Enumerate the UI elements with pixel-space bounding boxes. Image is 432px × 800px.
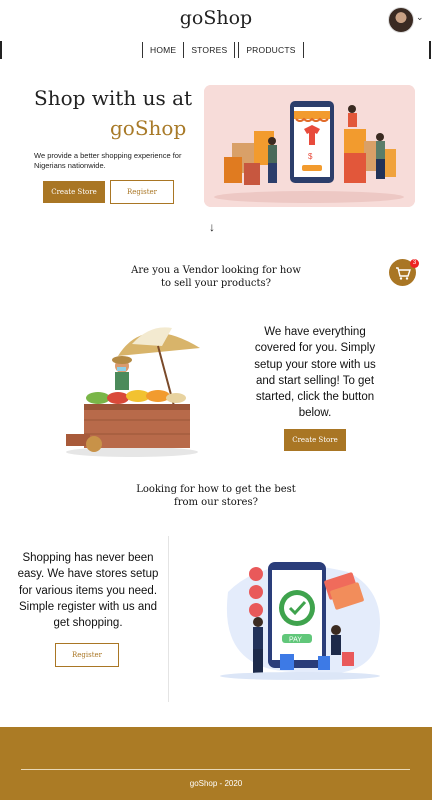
hero-description: We provide a better shopping experience …: [34, 151, 182, 170]
vendor-description: We have everything covered for you. Simp…: [254, 326, 376, 420]
footer-copyright: goShop - 2020: [189, 779, 243, 788]
arrow-down-icon[interactable]: ↓: [209, 220, 215, 234]
shopper-register-button[interactable]: Register: [55, 643, 119, 667]
hero-brand-accent: goShop: [110, 116, 187, 140]
mobile-payment-illustration: PAY: [208, 552, 392, 682]
nav-divider: [234, 42, 236, 58]
svg-text:$: $: [308, 152, 313, 161]
main-nav: HOME STORES PRODUCTS: [142, 42, 304, 58]
nav-edge-right: [429, 41, 431, 59]
nav-home[interactable]: HOME: [143, 45, 183, 55]
nav-divider: [302, 42, 304, 58]
footer: [0, 727, 432, 800]
chevron-down-icon[interactable]: ⌄: [416, 12, 424, 23]
create-store-button[interactable]: Create Store: [43, 181, 105, 203]
section-divider: [168, 536, 169, 702]
svg-text:PAY: PAY: [289, 637, 302, 644]
shopper-description: Shopping has never been easy. We have st…: [17, 552, 159, 630]
hero-shopping-illustration: $: [204, 85, 415, 207]
shopper-question-text: Looking for how to get the best from our…: [136, 484, 296, 508]
nav-edge-left: [0, 41, 2, 59]
vendor-stall-illustration: [62, 316, 202, 458]
shopper-question: Looking for how to get the best from our…: [0, 483, 432, 509]
nav-stores[interactable]: STORES: [184, 45, 234, 55]
cart-count-badge: 3: [410, 259, 419, 268]
vendor-question: Are you a Vendor looking for how to sell…: [0, 264, 432, 290]
nav-products[interactable]: PRODUCTS: [239, 45, 302, 55]
avatar[interactable]: [388, 7, 414, 33]
brand-logo[interactable]: goShop: [0, 7, 432, 29]
footer-divider: [21, 769, 410, 770]
vendor-create-store-button[interactable]: Create Store: [284, 429, 346, 451]
register-button[interactable]: Register: [110, 180, 174, 204]
vendor-question-text: Are you a Vendor looking for how to sell…: [131, 265, 301, 289]
hero-title: Shop with us at: [34, 86, 193, 110]
